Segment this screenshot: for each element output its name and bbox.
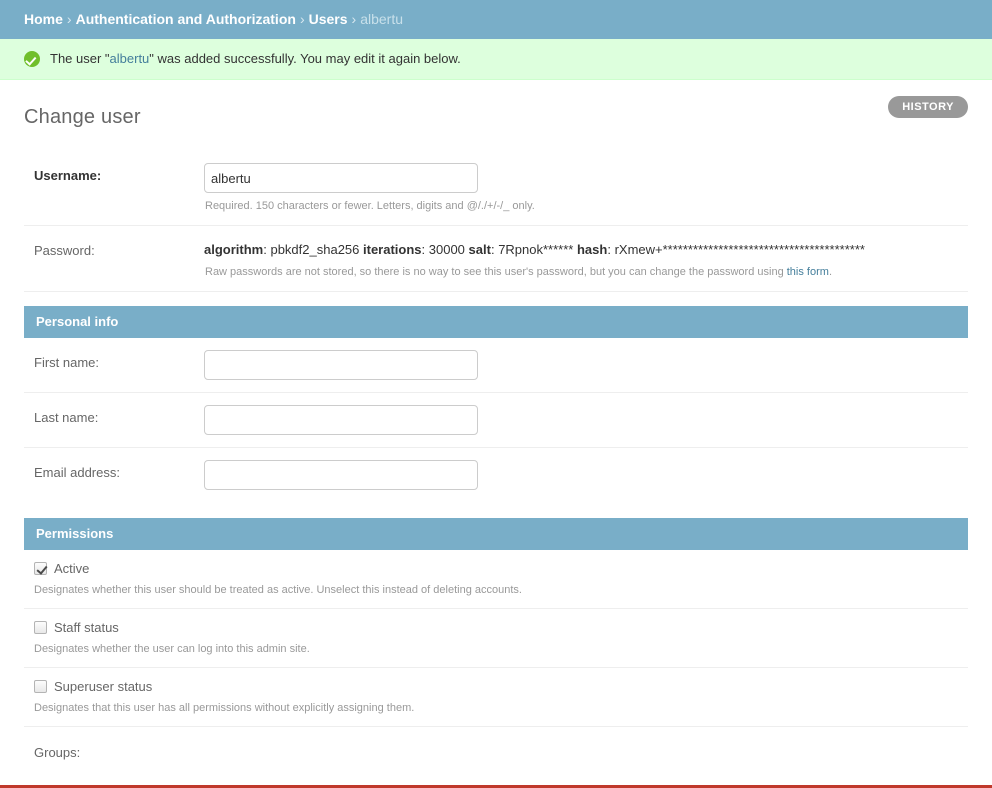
fieldset-permissions: Permissions Active Designates whether th… [24, 518, 968, 760]
breadcrumb-item-home[interactable]: Home [24, 11, 63, 27]
active-checkbox[interactable] [34, 562, 47, 575]
fieldset-main: Username: Required. 150 characters or fe… [24, 151, 968, 292]
staff-status-label: Staff status [54, 620, 119, 635]
password-hash-key: hash [577, 242, 607, 257]
form-row-email: Email address: [24, 448, 968, 502]
breadcrumb-separator: › [348, 11, 361, 27]
password-help-text: Raw passwords are not stored, so there i… [204, 259, 968, 279]
success-message: The user "albertu" was added successfull… [0, 39, 992, 80]
password-iterations-value: 30000 [429, 242, 465, 257]
form-row-username: Username: Required. 150 characters or fe… [24, 151, 968, 226]
superuser-status-help-text: Designates that this user has all permis… [24, 694, 968, 715]
form-row-active: Active Designates whether this user shou… [24, 550, 968, 609]
permissions-header: Permissions [24, 518, 968, 550]
page-title: Change user [24, 80, 968, 151]
password-hash-readonly: algorithm: pbkdf2_sha256 iterations: 300… [204, 238, 968, 259]
success-message-text: The user "albertu" was added successfull… [50, 51, 461, 67]
username-input[interactable] [204, 163, 478, 193]
breadcrumb: Home›Authentication and Authorization›Us… [0, 0, 992, 39]
success-check-icon [24, 51, 40, 67]
personal-info-header: Personal info [24, 306, 968, 338]
password-algorithm-key: algorithm [204, 242, 263, 257]
username-label: Username: [24, 163, 184, 185]
breadcrumb-item-users[interactable]: Users [309, 11, 348, 27]
message-prefix: The user " [50, 51, 110, 66]
password-field-body: algorithm: pbkdf2_sha256 iterations: 300… [204, 238, 968, 279]
breadcrumb-item-auth[interactable]: Authentication and Authorization [76, 11, 296, 27]
last-name-field-body [204, 405, 968, 435]
form-row-password: Password: algorithm: pbkdf2_sha256 itera… [24, 226, 968, 292]
password-label: Password: [24, 238, 184, 260]
active-label: Active [54, 561, 89, 576]
username-help-text: Required. 150 characters or fewer. Lette… [204, 193, 968, 213]
form-row-last-name: Last name: [24, 393, 968, 448]
history-button[interactable]: HISTORY [888, 96, 968, 118]
active-checkbox-line[interactable]: Active [24, 561, 968, 576]
staff-status-help-text: Designates whether the user can log into… [24, 635, 968, 656]
form-row-superuser-status: Superuser status Designates that this us… [24, 668, 968, 727]
staff-status-checkbox-line[interactable]: Staff status [24, 620, 968, 635]
staff-status-checkbox[interactable] [34, 621, 47, 634]
superuser-status-checkbox[interactable] [34, 680, 47, 693]
first-name-input[interactable] [204, 350, 478, 380]
change-password-link[interactable]: this form [787, 266, 829, 278]
password-iterations-key: iterations [363, 242, 422, 257]
main-content: HISTORY Change user Username: Required. … [0, 80, 992, 760]
email-field-body [204, 460, 968, 490]
history-list-item: HISTORY [888, 96, 968, 118]
password-salt-key: salt [469, 242, 491, 257]
form-row-staff-status: Staff status Designates whether the user… [24, 609, 968, 668]
breadcrumb-separator: › [296, 11, 309, 27]
email-label: Email address: [24, 460, 184, 482]
password-help-prefix: Raw passwords are not stored, so there i… [205, 266, 787, 278]
active-help-text: Designates whether this user should be t… [24, 576, 968, 597]
object-tools: HISTORY [888, 96, 968, 118]
last-name-label: Last name: [24, 405, 184, 427]
breadcrumb-separator: › [63, 11, 76, 27]
fieldset-personal-info: Personal info First name: Last name: Ema… [24, 306, 968, 502]
breadcrumb-item-current: albertu [360, 11, 403, 27]
superuser-status-checkbox-line[interactable]: Superuser status [24, 679, 968, 694]
password-salt-value: 7Rpnok****** [498, 242, 573, 257]
last-name-input[interactable] [204, 405, 478, 435]
username-field-body: Required. 150 characters or fewer. Lette… [204, 163, 968, 213]
first-name-label: First name: [24, 350, 184, 372]
email-input[interactable] [204, 460, 478, 490]
message-object-link[interactable]: albertu [110, 51, 150, 66]
form-row-first-name: First name: [24, 338, 968, 393]
password-algorithm-value: pbkdf2_sha256 [270, 242, 359, 257]
groups-label: Groups: [24, 727, 968, 760]
message-suffix: " was added successfully. You may edit i… [149, 51, 461, 66]
first-name-field-body [204, 350, 968, 380]
password-hash-value: rXmew+**********************************… [615, 242, 865, 257]
superuser-status-label: Superuser status [54, 679, 152, 694]
password-help-suffix: . [829, 266, 832, 278]
